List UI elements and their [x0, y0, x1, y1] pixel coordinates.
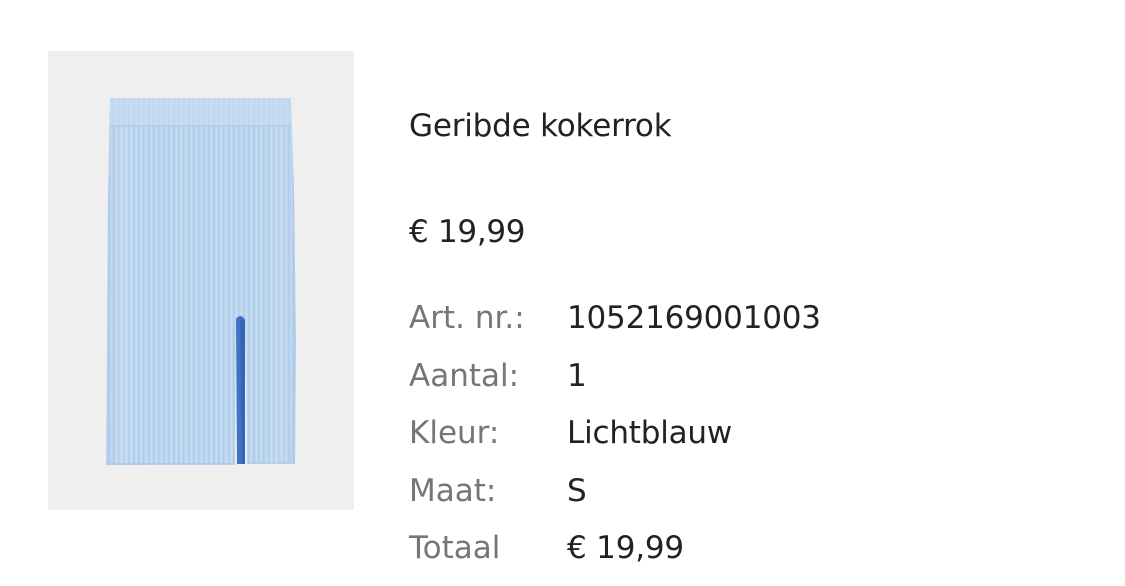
detail-row-color: Kleur: Lichtblauw	[409, 413, 1009, 471]
quantity-value: 1	[567, 357, 587, 394]
product-details: Art. nr.: 1052169001003 Aantal: 1 Kleur:…	[409, 298, 1009, 586]
color-value: Lichtblauw	[567, 415, 733, 451]
size-value: S	[567, 472, 587, 509]
total-value: € 19,99	[567, 530, 684, 566]
quantity-label: Aantal:	[409, 357, 520, 394]
article-number-label: Art. nr.:	[409, 300, 525, 336]
size-label: Maat:	[409, 472, 497, 509]
detail-row-total: Totaal € 19,99	[409, 528, 1009, 586]
detail-row-article-number: Art. nr.: 1052169001003	[409, 298, 1009, 356]
detail-row-size: Maat: S	[409, 471, 1009, 529]
article-number-value: 1052169001003	[567, 300, 821, 336]
product-price: € 19,99	[409, 214, 526, 250]
ribbed-skirt-picture	[106, 98, 296, 465]
product-image[interactable]	[48, 51, 354, 510]
total-label: Totaal	[409, 530, 501, 566]
detail-row-quantity: Aantal: 1	[409, 356, 1009, 414]
product-name[interactable]: Geribde kokerrok	[409, 106, 672, 146]
color-label: Kleur:	[409, 415, 500, 451]
